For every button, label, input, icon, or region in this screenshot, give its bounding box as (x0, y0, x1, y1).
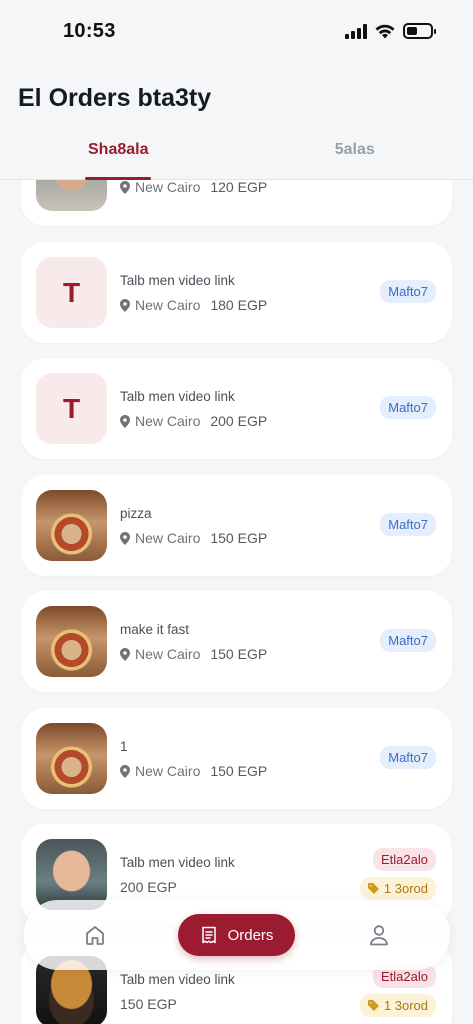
order-location: New Cairo (135, 646, 201, 662)
order-price: 150 EGP (210, 646, 268, 662)
location-pin-icon (120, 764, 130, 778)
tab-sha8ala[interactable]: Sha8ala (0, 127, 237, 180)
orders-nav-label: Orders (227, 926, 274, 944)
status-badge: Etla2alo (373, 848, 436, 871)
order-card[interactable]: make it fast New Cairo 150 EGP Mafto7 (21, 591, 452, 692)
signal-icon (345, 23, 367, 39)
order-location: New Cairo (135, 179, 201, 195)
offers-label: 1 3orod (383, 998, 428, 1013)
status-badge: Mafto7 (380, 629, 436, 652)
location-pin-icon (120, 647, 130, 661)
order-card[interactable]: T Talb men video link New Cairo 200 EGP … (21, 358, 452, 459)
status-badge: Mafto7 (380, 746, 436, 769)
location-pin-icon (120, 414, 130, 428)
order-meta: New Cairo 200 EGP (120, 413, 267, 429)
page-header: El Orders bta3ty Sha8ala 5alas (0, 64, 473, 180)
order-thumbnail (36, 490, 107, 561)
order-meta: New Cairo 150 EGP (120, 646, 267, 662)
order-price: 200 EGP (210, 413, 268, 429)
status-icons (345, 23, 436, 39)
order-title: make it fast (120, 622, 190, 637)
order-title: 1 (120, 739, 128, 754)
order-meta: New Cairo 180 EGP (120, 297, 267, 313)
bottom-nav: Orders (24, 900, 450, 970)
profile-icon[interactable] (369, 924, 389, 946)
order-price: 150 EGP (120, 996, 177, 1012)
orders-icon (201, 926, 216, 944)
order-location: New Cairo (135, 530, 201, 546)
offers-badge: 1 3orod (359, 877, 436, 900)
order-title: Talb men video link (120, 389, 235, 404)
order-price: 150 EGP (210, 530, 268, 546)
tab-bar: Sha8ala 5alas (0, 127, 473, 180)
location-pin-icon (120, 180, 130, 194)
order-location: New Cairo (135, 297, 201, 313)
order-thumbnail: T (36, 257, 107, 328)
tab-5alas[interactable]: 5alas (237, 127, 473, 179)
tag-icon (367, 883, 379, 894)
offers-label: 1 3orod (383, 881, 428, 896)
home-icon[interactable] (84, 924, 106, 946)
location-pin-icon (120, 298, 130, 312)
order-location: New Cairo (135, 763, 201, 779)
order-card[interactable]: T Talb men video link New Cairo 180 EGP … (21, 242, 452, 343)
order-thumbnail (36, 606, 107, 677)
status-badge: Mafto7 (380, 396, 436, 419)
status-badge: Mafto7 (380, 280, 436, 303)
order-title: Talb men video link (120, 972, 235, 987)
order-meta: New Cairo 150 EGP (120, 530, 267, 546)
wifi-icon (375, 24, 395, 38)
order-title: Talb men video link (120, 273, 235, 288)
order-price: 120 EGP (210, 179, 268, 195)
order-title: Talb men video link (120, 855, 235, 870)
offers-badge: 1 3orod (359, 994, 436, 1017)
order-thumbnail (36, 723, 107, 794)
location-pin-icon (120, 531, 130, 545)
status-time: 10:53 (63, 20, 116, 42)
order-price: 180 EGP (210, 297, 268, 313)
order-card[interactable]: 1 New Cairo 150 EGP Mafto7 (21, 708, 452, 809)
order-location: New Cairo (135, 413, 201, 429)
order-title: pizza (120, 506, 152, 521)
orders-nav-button[interactable]: Orders (178, 914, 295, 956)
order-price: 150 EGP (210, 763, 268, 779)
tag-icon (367, 1000, 379, 1011)
page-title: El Orders bta3ty (18, 84, 212, 112)
order-card[interactable]: pizza New Cairo 150 EGP Mafto7 (21, 475, 452, 576)
order-meta: New Cairo 120 EGP (120, 179, 267, 195)
status-badge: Mafto7 (380, 513, 436, 536)
battery-icon (403, 23, 436, 39)
status-bar: 10:53 (0, 0, 473, 64)
order-price: 200 EGP (120, 879, 177, 895)
order-thumbnail: T (36, 373, 107, 444)
order-meta: New Cairo 150 EGP (120, 763, 267, 779)
